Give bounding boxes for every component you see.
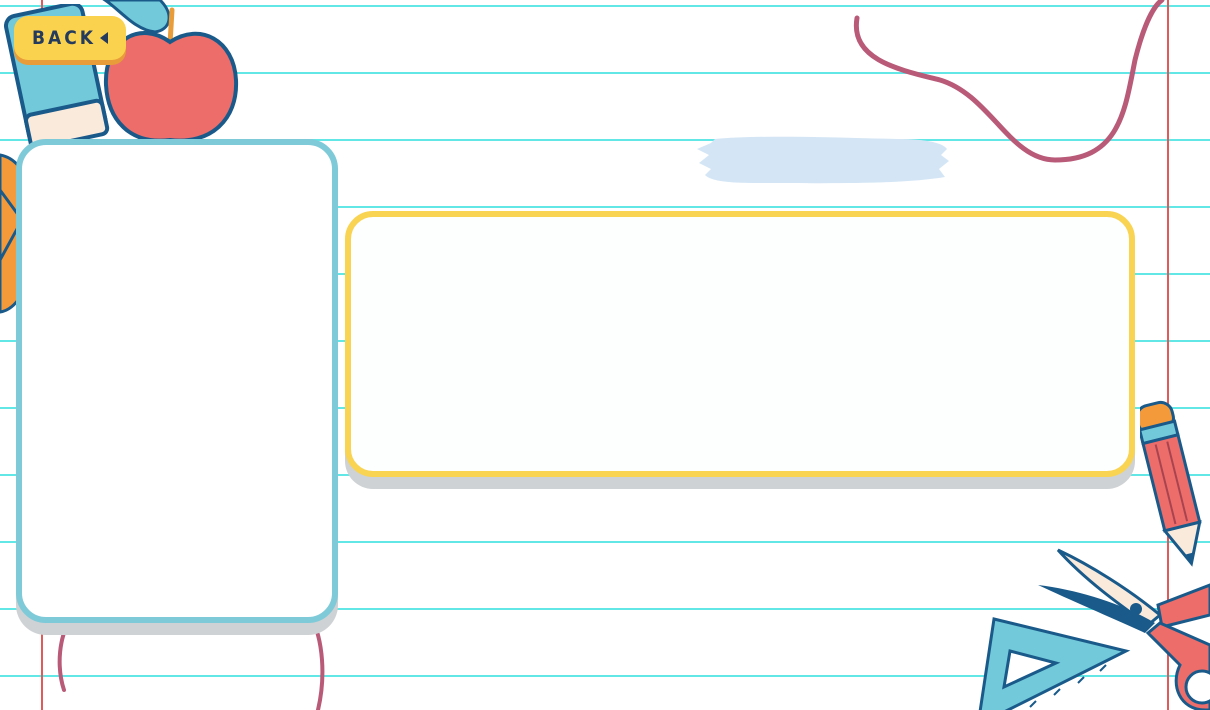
pencil-icon: [1140, 400, 1202, 567]
string-doodle-icon: [853, 0, 1165, 163]
right-margin-line: [1167, 0, 1169, 710]
scissors-icon: [1038, 548, 1210, 710]
back-button[interactable]: BACK: [14, 16, 126, 60]
back-arrow-icon: [100, 32, 109, 44]
set-square-icon: [978, 617, 1131, 710]
back-button-label: BACK: [31, 27, 97, 49]
left-panel: [16, 139, 338, 623]
main-content-panel: [345, 211, 1135, 477]
paint-stroke-icon: [697, 136, 949, 184]
